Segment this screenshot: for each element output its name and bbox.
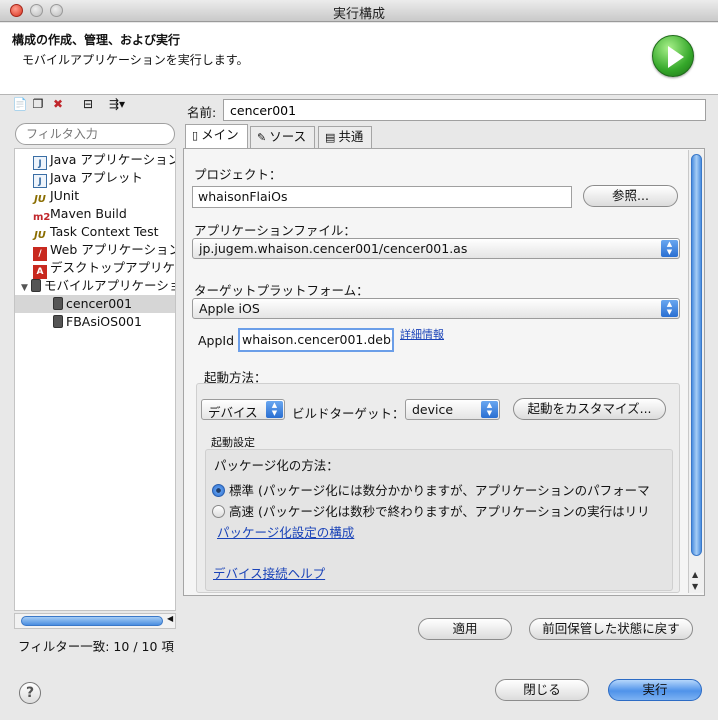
filter-match-count: フィルター一致: 10 / 10 項 <box>18 639 174 654</box>
tab-source[interactable]: ✎ ソース <box>250 126 316 148</box>
launch-method-select[interactable]: デバイス ▲ ▼ <box>201 399 285 420</box>
chevron-updown-icon: ▲ ▼ <box>266 401 283 418</box>
filter-input[interactable] <box>15 123 175 145</box>
chevron-updown-icon: ▲ ▼ <box>661 300 678 317</box>
tree-item-task-context-test[interactable]: JU Task Context Test <box>33 223 158 241</box>
appid-input[interactable]: whaison.cencer001.debug <box>238 328 394 352</box>
tree-horizontal-scrollbar[interactable]: ◀ <box>14 613 176 629</box>
tree-item-java-application[interactable]: J Java アプリケーション <box>33 151 175 170</box>
scroll-down-arrow-icon[interactable]: ▼ <box>692 582 698 591</box>
mobile-app-icon <box>31 279 41 292</box>
help-icon[interactable]: ? <box>19 682 41 704</box>
phone-icon: ▯ <box>192 129 199 142</box>
tab-main[interactable]: ▯ メイン <box>185 124 248 149</box>
dialog-header: 構成の作成、管理、および実行 モバイルアプリケーションを実行します。 <box>0 23 718 95</box>
tree-item-java-applet[interactable]: J Java アプレット <box>33 169 143 188</box>
common-icon: ▤ <box>325 131 336 144</box>
radio-fast-packaging[interactable]: 高速 (パッケージ化は数秒で終わりますが、アプリケーションの実行はリリ <box>212 501 650 520</box>
phone-icon <box>53 315 63 328</box>
collapse-all-icon[interactable]: ⊟ <box>80 96 96 112</box>
source-icon: ✎ <box>257 131 267 144</box>
config-name-input[interactable] <box>223 99 706 121</box>
title-bar: 実行構成 <box>0 0 718 22</box>
scrollbar-thumb[interactable] <box>21 616 163 626</box>
duplicate-config-icon[interactable]: ❐ <box>30 96 46 112</box>
tree-item-maven-build[interactable]: m2Maven Build <box>33 205 127 223</box>
tree-item-desktop-application[interactable]: Aデスクトップアプリケーション <box>33 259 175 279</box>
radio-standard-packaging[interactable]: 標準 (パッケージ化には数分かかりますが、アプリケーションのパフォーマ <box>212 480 650 499</box>
customize-launch-button[interactable]: 起動をカスタマイズ... <box>513 398 666 420</box>
content-vertical-scrollbar[interactable]: ▲ ▼ <box>688 150 704 593</box>
project-label: プロジェクト： <box>194 167 282 182</box>
launch-settings-label: 起動設定 <box>211 436 255 449</box>
window-title: 実行構成 <box>332 7 385 22</box>
run-icon <box>652 35 694 77</box>
detail-info-link[interactable]: 詳細情報 <box>400 326 444 342</box>
build-target-select[interactable]: device ▲ ▼ <box>405 399 500 420</box>
tab-common[interactable]: ▤ 共通 <box>318 126 373 148</box>
project-input[interactable]: whaisonFlaiOs <box>192 186 572 208</box>
run-button[interactable]: 実行 <box>608 679 702 701</box>
application-file-select[interactable]: jp.jugem.whaison.cencer001/cencer001.as … <box>192 238 680 259</box>
header-title: 構成の作成、管理、および実行 <box>12 33 181 47</box>
radio-selected[interactable] <box>212 484 225 497</box>
tree-item-mobile-application[interactable]: ▼モバイルアプリケーション <box>21 277 175 295</box>
java-applet-icon: J <box>33 174 47 188</box>
packaging-method-label: パッケージ化の方法： <box>214 458 339 473</box>
chevron-updown-icon: ▲ ▼ <box>661 240 678 257</box>
packaging-settings-link[interactable]: パッケージ化設定の構成 <box>217 522 354 541</box>
radio-unselected[interactable] <box>212 505 225 518</box>
scrollbar-thumb[interactable] <box>691 154 702 556</box>
apply-button[interactable]: 適用 <box>418 618 512 640</box>
delete-config-icon[interactable]: ✖ <box>50 96 66 112</box>
device-connection-help-link[interactable]: デバイス接続ヘルプ <box>213 563 325 582</box>
scroll-left-arrow-icon[interactable]: ◀ <box>167 614 173 623</box>
close-button[interactable]: 閉じる <box>495 679 589 701</box>
new-config-icon[interactable]: 📄 <box>12 96 28 112</box>
appid-label: AppId <box>198 333 235 348</box>
scroll-up-arrow-icon[interactable]: ▲ <box>692 570 698 579</box>
phone-icon <box>53 297 63 310</box>
java-app-icon: J <box>33 156 47 170</box>
tree-item-fbasios001[interactable]: FBAsiOS001 <box>53 313 142 331</box>
config-tree: J Java アプリケーション J Java アプレット JU JUnit m2Mav… <box>14 148 176 611</box>
tree-item-cencer001[interactable]: cencer001 <box>15 295 175 313</box>
revert-button[interactable]: 前回保管した状態に戻す <box>529 618 693 640</box>
application-file-label: アプリケーションファイル： <box>194 223 356 238</box>
name-label: 名前: <box>187 105 217 120</box>
browse-button[interactable]: 参照... <box>583 185 678 207</box>
header-description: モバイルアプリケーションを実行します。 <box>22 53 249 67</box>
target-platform-select[interactable]: Apple iOS ▲ ▼ <box>192 298 680 319</box>
tree-item-web-application[interactable]: / Web アプリケーション <box>33 241 175 261</box>
filter-menu-icon[interactable]: ⇶▾ <box>102 96 132 112</box>
build-target-label: ビルドターゲット： <box>292 406 405 421</box>
target-platform-label: ターゲットプラットフォーム： <box>194 283 369 298</box>
chevron-updown-icon: ▲ ▼ <box>481 401 498 418</box>
tree-item-junit[interactable]: JU JUnit <box>33 187 79 205</box>
